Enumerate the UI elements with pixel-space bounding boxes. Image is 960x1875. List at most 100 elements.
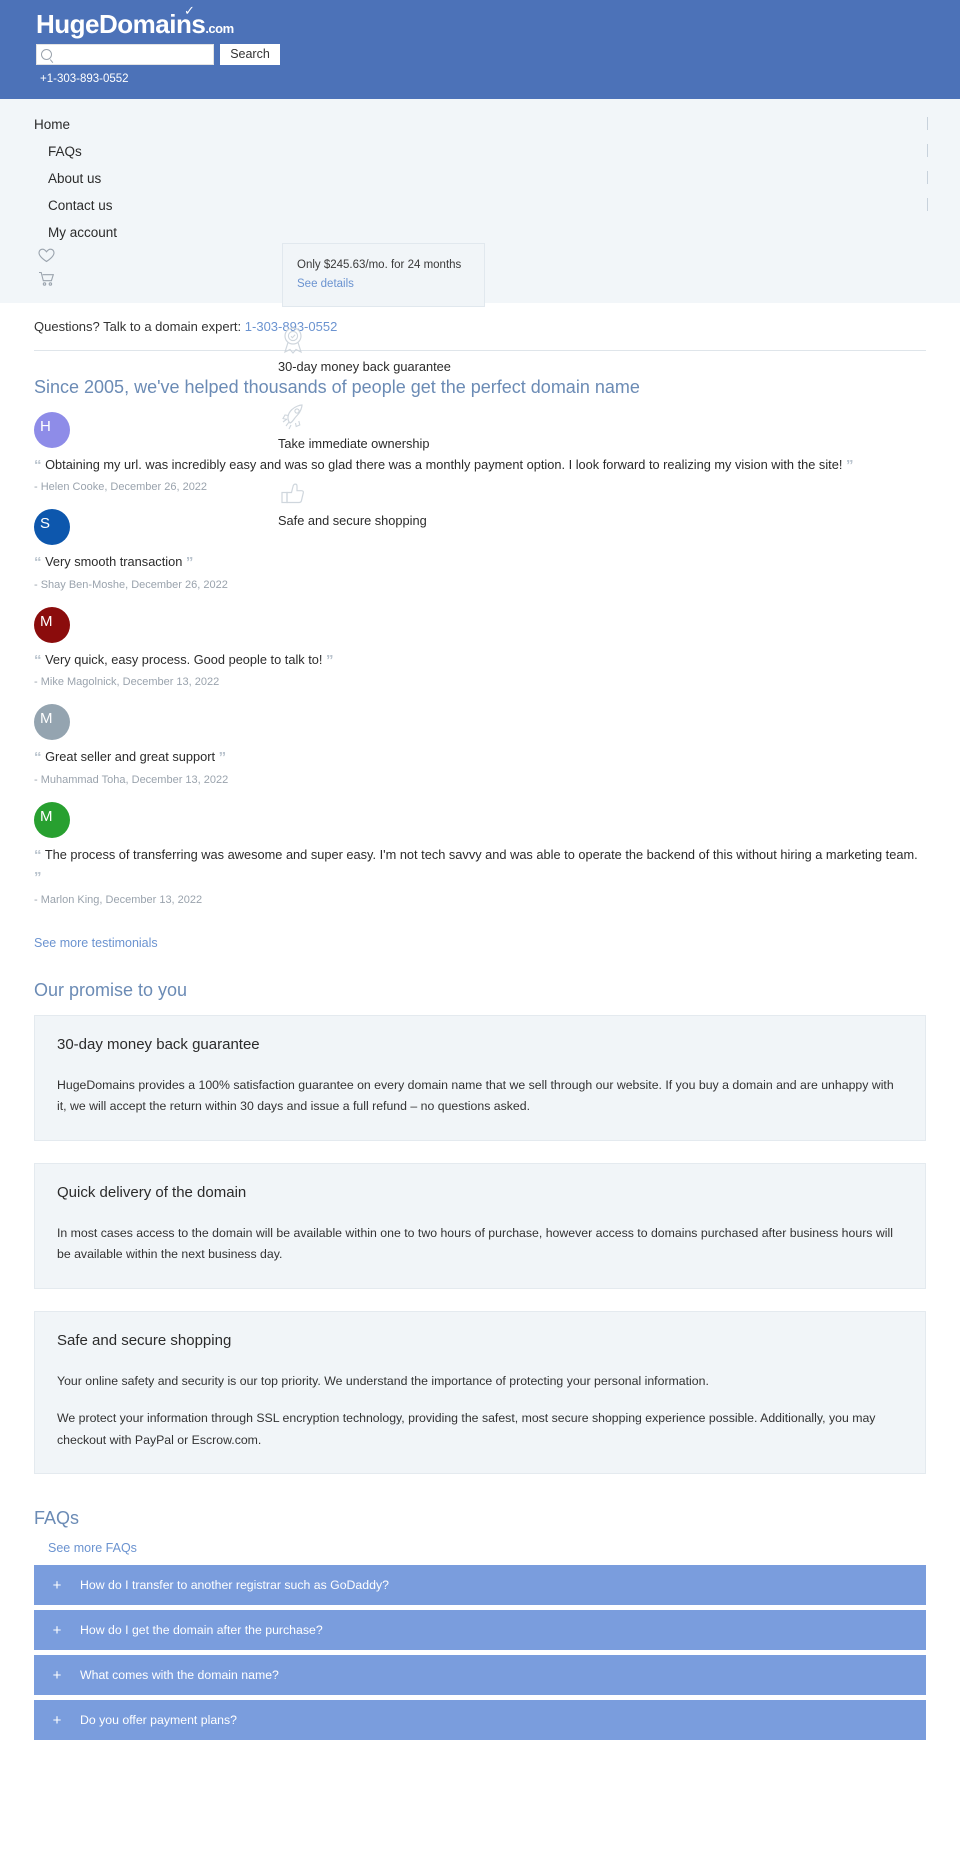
quote-open-icon: “ (34, 554, 42, 572)
testimonial-author: - Mike Magolnick, December 13, 2022 (34, 676, 220, 689)
testimonial-quote: “ Very quick, easy process. Good people … (34, 650, 926, 673)
nav-divider (927, 170, 928, 184)
search-row: Search (36, 43, 960, 65)
site-logo[interactable]: ✓ HugeDomains.com (36, 3, 234, 39)
plus-icon: + (52, 1666, 62, 1684)
plus-icon: + (52, 1576, 62, 1594)
testimonial-item: H “ Obtaining my url. was incredibly eas… (34, 411, 926, 494)
faq-item[interactable]: + How do I transfer to another registrar… (34, 1565, 926, 1606)
promise-card-money-back: 30-day money back guarantee HugeDomains … (34, 1014, 926, 1141)
site-header: ✓ HugeDomains.com Search +1-303-893-0552 (0, 0, 960, 99)
testimonial-quote: “ Obtaining my url. was incredibly easy … (34, 455, 926, 478)
quote-text: The process of transferring was awesome … (44, 846, 918, 862)
expert-phone-link[interactable]: 1-303-893-0552 (245, 319, 338, 334)
promise-card-text: HugeDomains provides a 100% satisfaction… (57, 1077, 894, 1114)
testimonial-author: - Shay Ben-Moshe, December 26, 2022 (34, 578, 228, 591)
promise-card-text: In most cases access to the domain will … (57, 1225, 893, 1262)
promise-card-heading: Quick delivery of the domain (57, 1183, 247, 1201)
faq-title: FAQs (34, 1508, 80, 1529)
nav-item-contact-us[interactable]: Contact us (0, 192, 960, 219)
faq-question: Do you offer payment plans? (80, 1713, 237, 1728)
promise-title: Our promise to you (34, 979, 188, 1000)
faq-item[interactable]: + How do I get the domain after the purc… (34, 1610, 926, 1651)
testimonials-title: Since 2005, we've helped thousands of pe… (34, 376, 640, 397)
quote-close-icon: ” (845, 456, 854, 474)
nav-item-home[interactable]: Home (0, 111, 960, 138)
nav-item-my-account[interactable]: My account (0, 219, 960, 246)
testimonial-quote: “ The process of transferring was awesom… (34, 845, 926, 890)
faq-question: How do I transfer to another registrar s… (80, 1578, 389, 1593)
promise-card-text: Your online safety and security is our t… (57, 1373, 709, 1388)
plus-icon: + (52, 1711, 62, 1729)
quote-close-icon: ” (34, 869, 42, 887)
avatar: M (34, 606, 70, 643)
testimonial-author: - Helen Cooke, December 26, 2022 (34, 481, 208, 494)
nav-label: About us (48, 170, 102, 186)
feature-label: 30-day money back guarantee (278, 359, 451, 374)
promise-section: Our promise to you 30-day money back gua… (0, 980, 960, 1475)
search-box[interactable] (36, 43, 214, 65)
horizontal-divider (34, 349, 926, 351)
see-more-testimonials-link[interactable]: See more testimonials (34, 936, 158, 950)
quote-text: Very quick, easy process. Good people to… (45, 651, 323, 667)
testimonial-quote: “ Great seller and great support ” (34, 747, 926, 770)
quote-text: Great seller and great support (45, 749, 216, 765)
testimonials-section: Since 2005, we've helped thousands of pe… (0, 377, 960, 952)
logo-main: HugeDomains (36, 9, 206, 39)
price-tooltip-text: Only $245.63/mo. for 24 months (297, 259, 462, 271)
faq-question: What comes with the domain name? (80, 1668, 279, 1683)
faq-section: FAQs See more FAQs + How do I transfer t… (0, 1508, 960, 1741)
promise-card-safe-shopping: Safe and secure shopping Your online saf… (34, 1310, 926, 1475)
nav-divider (927, 197, 928, 211)
avatar: M (34, 704, 70, 741)
quote-open-icon: “ (34, 651, 42, 669)
promise-card-heading: Safe and secure shopping (57, 1331, 232, 1349)
nav-list: Home FAQs About us Contact us My account (0, 111, 960, 246)
see-details-link[interactable]: See details (297, 278, 354, 290)
expert-text: Questions? Talk to a domain expert: (34, 318, 242, 334)
testimonial-item: M “ The process of transferring was awes… (34, 801, 926, 906)
nav-label: Home (34, 116, 71, 132)
nav-divider (927, 116, 928, 130)
quote-open-icon: “ (34, 456, 42, 474)
header-phone[interactable]: +1-303-893-0552 (36, 73, 960, 85)
avatar: H (34, 411, 70, 448)
check-icon: ✓ (184, 3, 195, 18)
plus-icon: + (52, 1621, 62, 1639)
promise-card-quick-delivery: Quick delivery of the domain In most cas… (34, 1162, 926, 1289)
cart-icon[interactable] (38, 271, 960, 292)
search-input[interactable] (52, 44, 213, 64)
testimonial-quote: “ Very smooth transaction ” (34, 552, 926, 575)
testimonial-item: M “ Very quick, easy process. Good peopl… (34, 606, 926, 689)
avatar: M (34, 801, 70, 838)
domain-expert-bar: Questions? Talk to a domain expert: 1-30… (0, 303, 960, 334)
testimonial-author: - Muhammad Toha, December 13, 2022 (34, 773, 229, 786)
quote-open-icon: “ (34, 749, 42, 767)
quote-close-icon: ” (326, 651, 334, 669)
quote-close-icon: ” (185, 554, 194, 572)
search-icon (41, 48, 52, 60)
promise-card-heading: 30-day money back guarantee (57, 1035, 260, 1053)
nav-item-about-us[interactable]: About us (0, 165, 960, 192)
quote-open-icon: “ (34, 846, 42, 864)
avatar: S (34, 509, 70, 546)
nav-label: Contact us (48, 197, 113, 213)
testimonial-author: - Marlon King, December 13, 2022 (34, 893, 203, 906)
nav-label: My account (48, 224, 118, 240)
price-tooltip: Only $245.63/mo. for 24 months See detai… (282, 243, 485, 307)
testimonial-item: S “ Very smooth transaction ” - Shay Ben… (34, 509, 926, 591)
quote-text: Very smooth transaction (45, 554, 183, 570)
quote-close-icon: ” (218, 749, 227, 767)
faq-item[interactable]: + What comes with the domain name? (34, 1655, 926, 1696)
faq-question: How do I get the domain after the purcha… (80, 1623, 323, 1638)
nav-label: FAQs (48, 143, 82, 159)
heart-icon[interactable] (38, 248, 960, 268)
see-more-faqs-link[interactable]: See more FAQs (48, 1541, 926, 1555)
search-button[interactable]: Search (220, 43, 280, 65)
nav-divider (927, 143, 928, 157)
promise-card-text: We protect your information through SSL … (57, 1411, 876, 1447)
nav-item-faqs[interactable]: FAQs (0, 138, 960, 165)
logo-suffix: .com (205, 21, 234, 36)
faq-item[interactable]: + Do you offer payment plans? (34, 1700, 926, 1741)
quote-text: Obtaining my url. was incredibly easy an… (45, 456, 843, 472)
